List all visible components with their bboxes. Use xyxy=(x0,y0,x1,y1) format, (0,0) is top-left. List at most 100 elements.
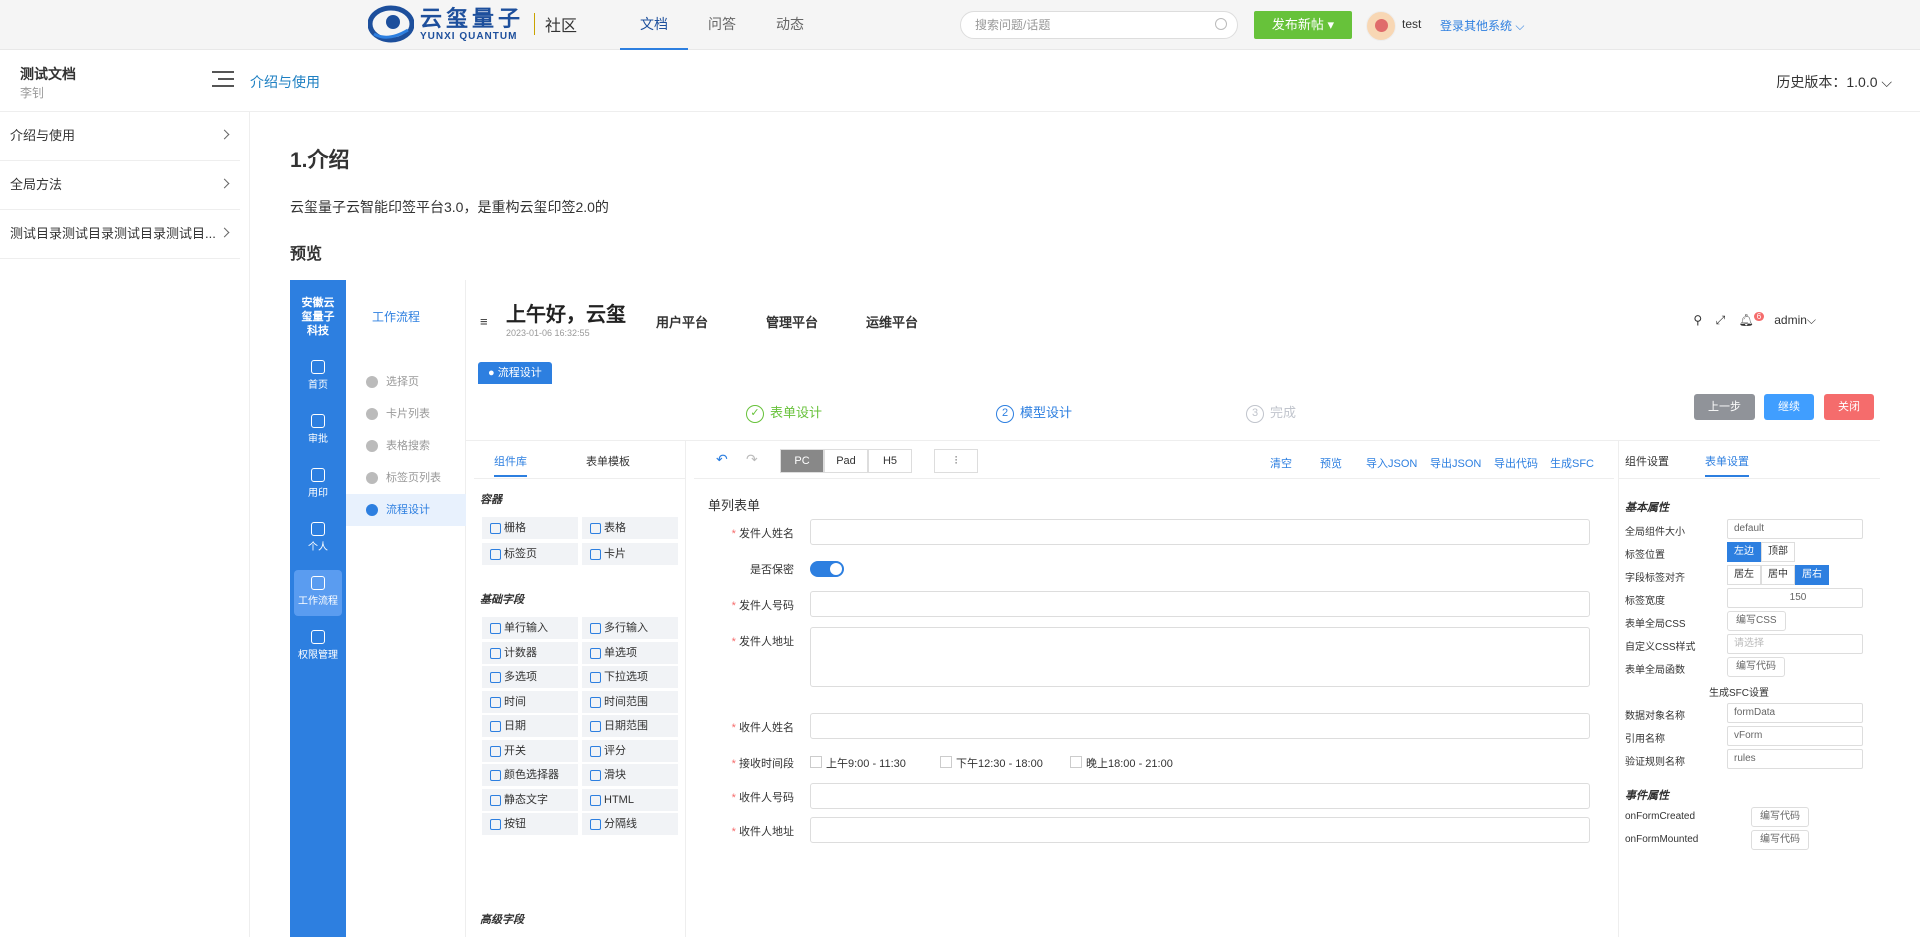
preview-menu-item-active: 流程设计 xyxy=(346,494,466,526)
doc-title: 测试文档 xyxy=(20,66,76,82)
time-option: 晚上18:00 - 21:00 xyxy=(1070,755,1173,771)
field-input xyxy=(810,591,1590,617)
time-option: 下午12:30 - 18:00 xyxy=(940,755,1043,771)
sidebar-item-global-methods[interactable]: 全局方法 xyxy=(0,161,240,210)
logo[interactable]: 云玺量子 YUNXI QUANTUM 社区 xyxy=(367,4,577,44)
preview-brand: 安徽云玺量子科技 xyxy=(301,297,335,337)
undo-icon: ↶ xyxy=(716,451,728,467)
lib-item: 计数器 xyxy=(482,641,578,664)
action-import-json: 导入JSON xyxy=(1366,458,1418,470)
field-label: 发件人号码 xyxy=(704,597,794,613)
field-label: 发件人姓名 xyxy=(704,525,794,541)
lib-item: 开关 xyxy=(482,739,578,762)
custom-css-select: 请选择 xyxy=(1727,634,1863,654)
time-option: 上午9:00 - 11:30 xyxy=(810,755,906,771)
logo-text-cn: 云玺量子 xyxy=(420,5,525,31)
align-left: 居左 xyxy=(1727,565,1761,585)
prop-label: 标签位置 xyxy=(1625,550,1665,561)
label-pos-top: 顶部 xyxy=(1761,542,1795,562)
search-placeholder: 搜索问题/话题 xyxy=(975,18,1051,32)
data-object-input: formData xyxy=(1727,703,1863,723)
prop-label: 引用名称 xyxy=(1625,734,1665,745)
rail-workflow: 工作流程 xyxy=(294,570,342,616)
prop-section-basic: 基本属性 xyxy=(1625,502,1669,514)
field-textarea xyxy=(810,627,1590,687)
help-icon xyxy=(366,472,378,484)
label-pos-left: 左边 xyxy=(1727,542,1761,562)
prop-label: 自定义CSS样式 xyxy=(1625,642,1696,653)
avatar[interactable] xyxy=(1366,11,1396,41)
sidebar-item-intro[interactable]: 介绍与使用 xyxy=(0,112,240,161)
hamburger-icon: ≡ xyxy=(480,314,488,329)
prop-label: onFormMounted xyxy=(1625,834,1699,845)
prop-label: 全局组件大小 xyxy=(1625,527,1685,538)
permission-icon xyxy=(311,630,325,644)
platform-admin: 管理平台 xyxy=(766,315,819,330)
tab-component-lib: 组件库 xyxy=(494,453,527,477)
nav-qa[interactable]: 问答 xyxy=(688,0,756,50)
device-h5: H5 xyxy=(868,449,912,473)
breadcrumb[interactable]: 介绍与使用 xyxy=(250,72,320,92)
publish-button[interactable]: 发布新帖 ▾ xyxy=(1254,11,1352,39)
search-input[interactable]: 搜索问题/话题 xyxy=(960,11,1238,39)
page-icon xyxy=(366,376,378,388)
field-label: 接收时间段 xyxy=(704,755,794,771)
preview-menu-item: 标签页列表 xyxy=(346,462,466,494)
prop-label: 验证规则名称 xyxy=(1625,757,1685,768)
form-title: 单列表单 xyxy=(708,498,761,513)
version-selector[interactable]: 历史版本：1.0.0 ⌵ xyxy=(1776,72,1892,92)
nav-docs[interactable]: 文档 xyxy=(620,0,688,50)
notification-badge: 6 xyxy=(1753,312,1765,321)
seal-icon xyxy=(311,468,325,482)
field-input xyxy=(810,713,1590,739)
lib-item: 多行输入 xyxy=(582,617,678,639)
top-bar: 云玺量子 YUNXI QUANTUM 社区 文档 问答 动态 搜索问题/话题 发… xyxy=(0,0,1920,50)
prop-label: 表单全局函数 xyxy=(1625,665,1685,676)
platform-user: 用户平台 xyxy=(656,315,709,330)
gear-icon xyxy=(311,360,325,374)
action-clear: 清空 xyxy=(1270,458,1292,470)
device-pc: PC xyxy=(780,449,824,473)
lib-item: 分隔线 xyxy=(582,813,678,835)
image-icon xyxy=(311,522,325,536)
field-label: 是否保密 xyxy=(750,564,794,576)
field-label: 收件人地址 xyxy=(704,823,794,839)
chevron-right-icon xyxy=(219,178,230,189)
rail-permission: 权限管理 xyxy=(294,624,342,670)
menu-toggle-icon[interactable] xyxy=(212,68,236,90)
field-label: 收件人姓名 xyxy=(704,719,794,735)
lib-section-container: 容器 xyxy=(480,494,502,506)
layout-icon: ⫶ xyxy=(934,449,978,473)
lib-item: HTML xyxy=(582,788,678,811)
preview-tab-tag: ● 流程设计 xyxy=(478,362,552,384)
edit-css-button: 编写CSS xyxy=(1727,611,1786,631)
edit-code-button: 编写代码 xyxy=(1751,830,1809,850)
help-icon xyxy=(366,440,378,452)
step-complete: 3 完成 xyxy=(1246,402,1296,423)
preview-header-icons: ⚲ ⤢ 🔔︎ 6 admin⌵ xyxy=(1693,312,1816,328)
username[interactable]: test xyxy=(1402,17,1421,31)
help-icon xyxy=(366,408,378,420)
action-export-json: 导出JSON xyxy=(1430,458,1482,470)
nav-activity[interactable]: 动态 xyxy=(756,0,824,50)
step-form-design: ✓ 表单设计 xyxy=(746,402,822,423)
prop-label: 字段标签对齐 xyxy=(1625,573,1685,584)
sidebar-item-test-directory[interactable]: 测试目录测试目录测试目录测试目... xyxy=(0,210,240,259)
admin-menu: admin⌵ xyxy=(1774,313,1816,327)
field-input xyxy=(810,817,1590,843)
lib-section-advanced: 高级字段 xyxy=(480,914,524,926)
lib-item: 滑块 xyxy=(582,764,678,786)
preview-greeting: 上午好，云玺 xyxy=(506,304,626,326)
continue-button: 继续 xyxy=(1764,394,1814,420)
search-icon[interactable] xyxy=(1215,18,1227,30)
sidebar-item-label: 全局方法 xyxy=(10,177,63,192)
login-other-system-link[interactable]: 登录其他系统 ⌵ xyxy=(1440,17,1524,34)
lib-item: 静态文字 xyxy=(482,788,578,811)
prop-section-events: 事件属性 xyxy=(1625,790,1669,802)
rail-personal: 个人 xyxy=(294,516,342,562)
prop-label: 数据对象名称 xyxy=(1625,711,1685,722)
lib-item: 颜色选择器 xyxy=(482,764,578,786)
preview-menu-item: 选择页 xyxy=(346,366,466,398)
sidebar-item-label: 介绍与使用 xyxy=(10,128,76,143)
lib-item: 日期 xyxy=(482,715,578,737)
